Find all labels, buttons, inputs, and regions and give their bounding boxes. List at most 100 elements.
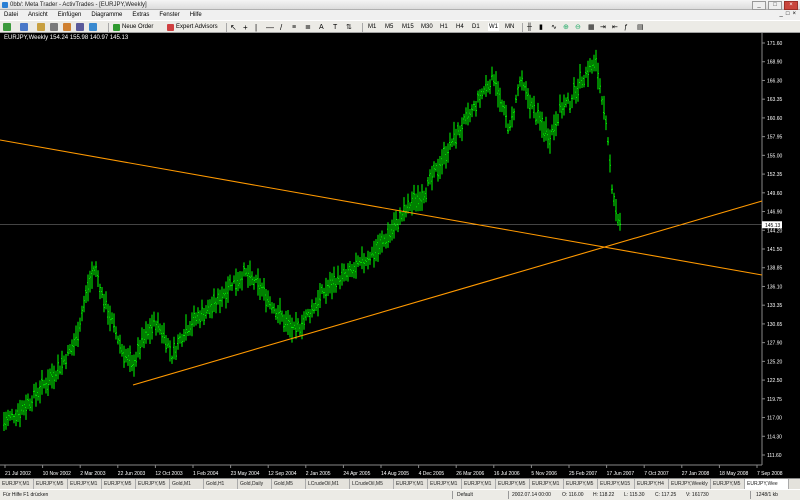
period-m1[interactable]: M1 [368,23,376,31]
zoom-in-button[interactable]: ⊕ [563,23,569,31]
status-divider [750,491,751,499]
tile-icon: ▦ [588,24,595,31]
chart-tabs: EURJPY,M1 EURJPY,M5 EURJPY,M1 EURJPY,M5 … [0,478,800,489]
line-chart-button[interactable]: ∿ [551,23,557,31]
chart-window[interactable]: 171.60 168.90 166.30 163.35 160.60 157.95 155.… [0,33,800,478]
arrows-button[interactable]: ⇅ [346,23,352,31]
date-label: 24 Apr 2005 [343,471,370,477]
toolbar-separator [226,23,227,32]
profiles-button[interactable] [20,23,28,31]
crosshair-tool-button[interactable]: + [243,23,248,32]
price-label: 163.35 [767,97,783,103]
chart-symbol-info: EURJPY,Weekly 154.24 155.98 140.97 145.1… [4,35,129,41]
chart-tab[interactable]: EURJPY,H4 [635,479,669,489]
status-divider [452,491,453,499]
minimize-button[interactable]: _ [752,1,766,10]
chart-tab[interactable]: LCrudeOil,M1 [306,479,350,489]
close-button[interactable]: × [784,1,798,10]
period-h1[interactable]: H1 [440,23,448,31]
label-tool-button[interactable]: T [333,23,337,31]
chart-tab[interactable]: EURJPY,M1 [0,479,34,489]
chart-tab[interactable]: EURJPY,M5 [564,479,598,489]
chart-shift-button[interactable]: ⇤ [612,23,618,31]
chart-tab[interactable]: Gold,M5 [272,479,306,489]
date-label: 12 Oct 2003 [155,471,182,477]
navigator-button[interactable] [63,23,71,31]
mdi-minimize-button[interactable]: _ [780,11,783,17]
chart-tab[interactable]: EURJPY,M1 [394,479,428,489]
period-w1[interactable]: W1 [488,23,499,31]
cursor-tool-button[interactable]: ↖ [230,23,237,32]
period-mn[interactable]: MN [505,23,514,31]
date-label: 4 Dec 2005 [419,471,445,477]
fibonacci-icon: ≣ [305,24,311,31]
text-tool-button[interactable]: A [319,23,324,31]
menu-diagramme[interactable]: Diagramme [91,10,122,20]
chart-tab[interactable]: EURJPY,M5 [136,479,170,489]
bar-chart-button[interactable]: ╫ [527,23,532,31]
indicators-icon: ƒ [624,23,628,31]
chart-tab[interactable]: EURJPY,M5 [102,479,136,489]
maximize-button[interactable]: □ [768,1,782,10]
chart-tab[interactable]: EURJPY,M5 [496,479,530,489]
chart-tab[interactable]: EURJPY,M1 [68,479,102,489]
period-m5[interactable]: M5 [385,23,393,31]
fibonacci-button[interactable]: ≣ [305,23,311,31]
new-chart-button[interactable] [3,23,11,31]
period-h4[interactable]: H4 [456,23,464,31]
chart-tab[interactable]: EURJPY,M1 [530,479,564,489]
autoscroll-button[interactable]: ⇥ [600,23,606,31]
menu-hilfe[interactable]: Hilfe [190,10,202,20]
date-label: 10 Nov 2002 [43,471,72,477]
tile-windows-button[interactable]: ▦ [588,23,595,31]
data-window-button[interactable] [50,23,58,31]
price-label: 125.20 [767,359,783,365]
period-d1[interactable]: D1 [472,23,480,31]
price-label: 152.35 [767,172,783,178]
chart-tab[interactable]: EURJPY,M5 [34,479,68,489]
market-watch-button[interactable] [37,23,45,31]
chart-tab[interactable]: Gold,H1 [204,479,238,489]
candle-chart-button[interactable]: ▮ [539,23,543,31]
chart-tab-active[interactable]: EURJPY,Wee [745,479,789,489]
status-profile[interactable]: Default [457,491,473,499]
templates-button[interactable]: ▤ [637,23,644,31]
title-bar: 0bb/: Meta Trader - ActivTrades - [EURJP… [0,0,800,10]
chart-tab[interactable]: EURJPY,M1 [462,479,496,489]
new-order-label: Neue Order [122,24,154,30]
zoom-out-button[interactable]: ⊖ [575,23,581,31]
horizontal-line-button[interactable]: — [266,23,274,32]
period-m15[interactable]: M15 [402,23,414,31]
price-chart[interactable]: 171.60 168.90 166.30 163.35 160.60 157.95 155.… [0,33,800,478]
chart-tab[interactable]: EURJPY,M15 [598,479,635,489]
chart-tab[interactable]: EURJPY,M5 [711,479,745,489]
mdi-restore-button[interactable]: □ [786,11,790,17]
line-chart-icon: ∿ [551,24,557,31]
trendline-button[interactable]: / [280,23,282,32]
terminal-button[interactable] [76,23,84,31]
chart-tab[interactable]: EURJPY,M1 [428,479,462,489]
vertical-line-button[interactable]: | [255,23,257,32]
label-icon: T [333,23,338,31]
new-chart-icon [3,23,11,31]
price-label: 127.90 [767,341,783,347]
chart-tab[interactable]: Gold,Daily [238,479,272,489]
expert-advisors-button[interactable]: Expert Advisors [167,23,218,31]
menu-fenster[interactable]: Fenster [159,10,179,20]
channel-button[interactable]: ≡ [292,23,296,31]
period-m30[interactable]: M30 [421,23,433,31]
mdi-close-button[interactable]: × [792,11,796,17]
strategy-tester-button[interactable] [89,23,97,31]
date-label: 22 Jun 2003 [118,471,146,477]
zoom-in-icon: ⊕ [563,24,569,31]
price-label: 122.50 [767,378,783,384]
chart-tab[interactable]: Gold,M1 [170,479,204,489]
indicators-button[interactable]: ƒ [624,23,628,31]
menu-einfuegen[interactable]: Einfügen [58,10,82,20]
chart-tab[interactable]: LCrudeOil,M5 [350,479,394,489]
new-order-button[interactable]: Neue Order [113,23,153,31]
menu-ansicht[interactable]: Ansicht [28,10,48,20]
chart-tab[interactable]: EURJPY,Weekly [669,479,711,489]
menu-datei[interactable]: Datei [4,10,18,20]
menu-extras[interactable]: Extras [132,10,149,20]
